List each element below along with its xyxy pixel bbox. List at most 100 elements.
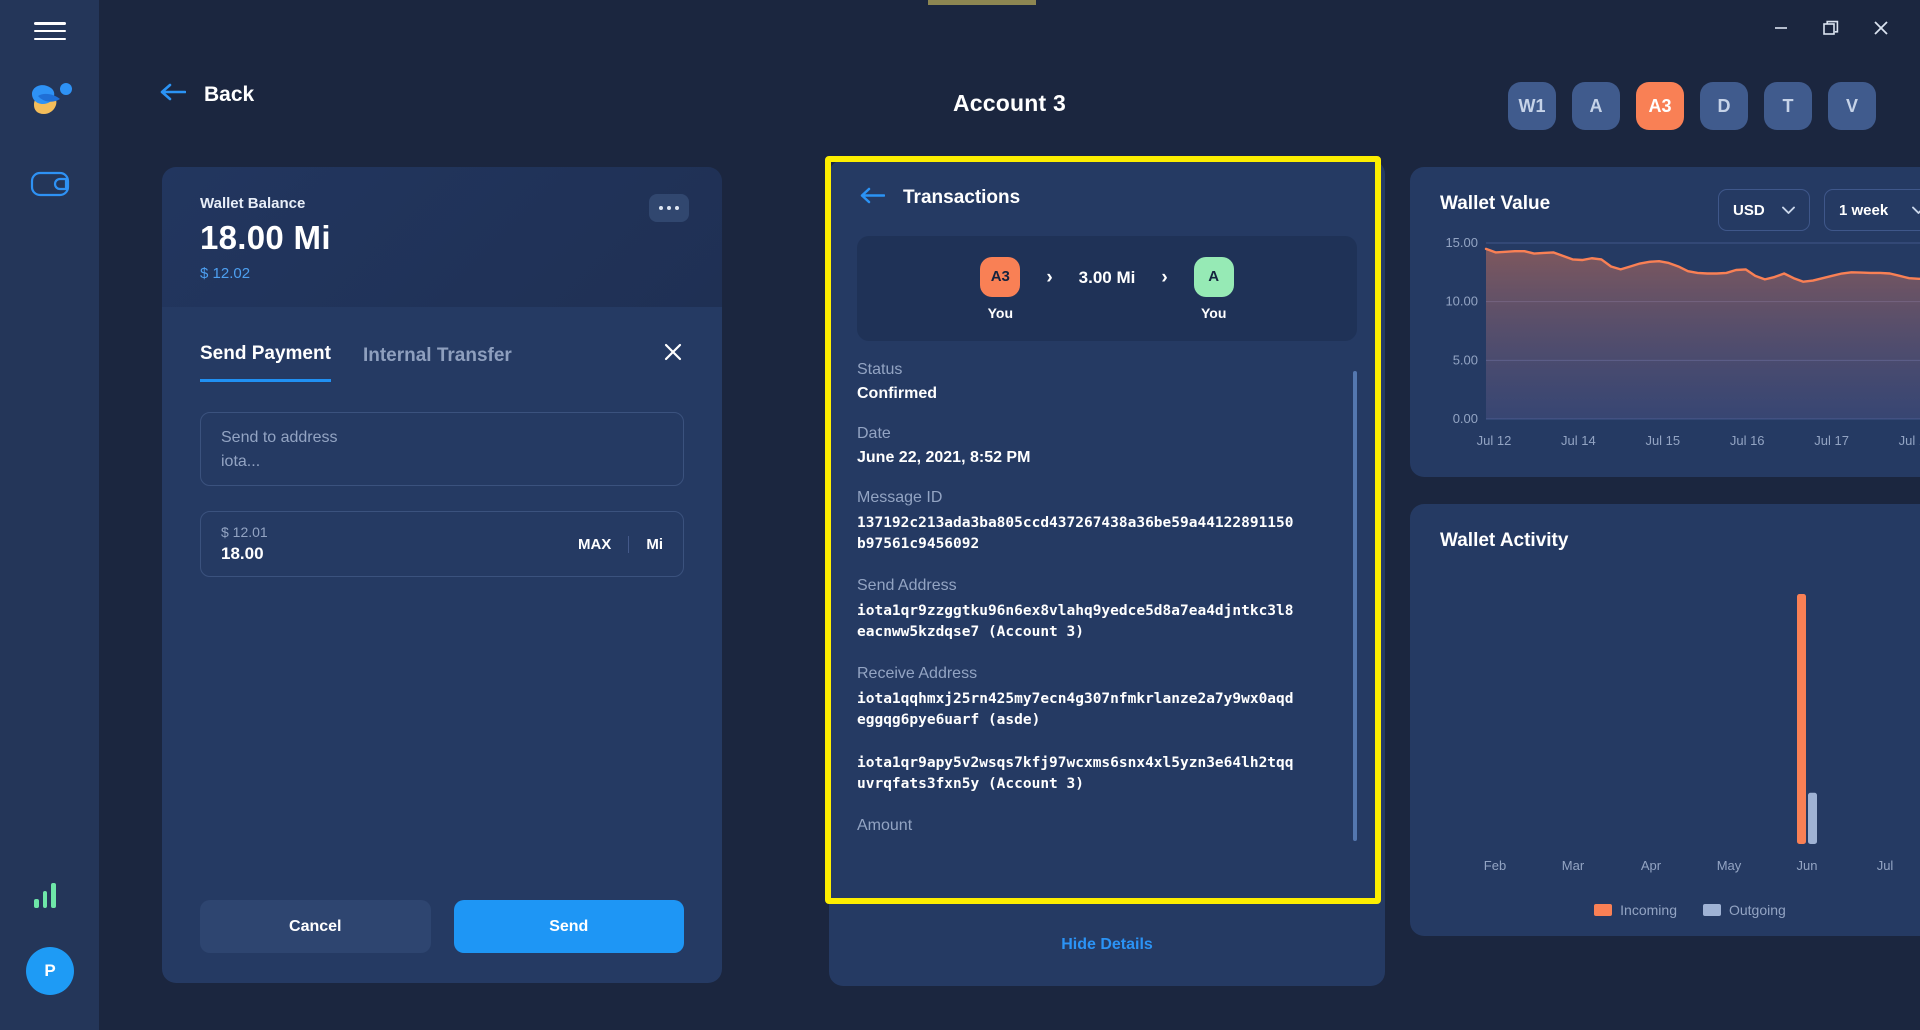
wallet-value-chart: 0.00 5.00 10.00 15.00 Jul 12 Jul 14 Jul 15 Jul … <box>1434 233 1920 453</box>
sidebar: P <box>0 0 99 1030</box>
window-controls <box>1758 10 1904 46</box>
chip-label: A <box>1589 95 1603 116</box>
account-chip-a3[interactable]: A3 <box>1636 82 1684 130</box>
transactions-title: Transactions <box>903 187 1021 208</box>
wallet-balance-label: Wallet Balance <box>200 195 306 212</box>
app-window: P Back Account 3 W1 A A3 D T V Wallet Ba… <box>0 0 1920 1030</box>
chevron-down-icon <box>1782 202 1795 219</box>
restore-icon[interactable] <box>1808 10 1854 46</box>
left-column: Wallet Balance 18.00 Mi $ 12.02 Send Pay… <box>162 167 722 983</box>
send-to-address-input[interactable]: Send to address iota... <box>200 412 684 486</box>
detail-value: 137192c213ada3ba805ccd437267438a36be59a4… <box>857 515 1294 553</box>
svg-text:10.00: 10.00 <box>1445 294 1478 309</box>
send-payment-card: Send Payment Internal Transfer Send to a… <box>162 307 722 983</box>
account-chip-w1[interactable]: W1 <box>1508 82 1556 130</box>
hamburger-icon[interactable] <box>34 20 66 42</box>
wallet-balance-fiat: $ 12.02 <box>200 265 251 282</box>
send-actions: Cancel Send <box>200 900 684 953</box>
svg-text:15.00: 15.00 <box>1445 235 1478 250</box>
detail-receive-address: Receive Address iota1qqhmxj25rn425my7ecn… <box>857 665 1357 731</box>
detail-receive-address-secondary: iota1qr9apy5v2wsqs7kfj97wcxms6snx4xl5yzn… <box>857 753 1357 795</box>
detail-value: iota1qqhmxj25rn425my7ecn4g307nfmkrlanze2… <box>857 691 1294 729</box>
unit-select[interactable]: Mi <box>628 535 683 553</box>
chevron-right-icon: › <box>1161 266 1168 288</box>
svg-text:Mar: Mar <box>1562 858 1585 873</box>
svg-text:Jun: Jun <box>1797 858 1818 873</box>
sender-party: A3 You <box>980 256 1021 321</box>
amount-input[interactable]: $ 12.01 18.00 MAX Mi <box>200 511 684 577</box>
arrow-left-icon[interactable] <box>859 186 886 210</box>
close-icon[interactable] <box>1858 10 1904 46</box>
hide-details-button[interactable]: Hide Details <box>829 936 1385 954</box>
cancel-button[interactable]: Cancel <box>200 900 431 953</box>
transactions-header: Transactions <box>829 160 1385 210</box>
more-options-icon[interactable] <box>649 194 689 222</box>
detail-value: Confirmed <box>857 385 937 402</box>
legend-label: Incoming <box>1620 902 1677 918</box>
detail-message-id: Message ID 137192c213ada3ba805ccd4372674… <box>857 489 1357 555</box>
account-chip-t[interactable]: T <box>1764 82 1812 130</box>
svg-text:Jul 19: Jul 19 <box>1899 433 1920 448</box>
send-to-address-hint: iota... <box>221 453 261 470</box>
wallet-activity-chart: Feb Mar Apr May Jun Jul <box>1432 564 1920 884</box>
svg-text:Jul: Jul <box>1877 858 1894 873</box>
chip-label: D <box>1717 95 1731 116</box>
amount-values: $ 12.01 18.00 <box>221 524 268 564</box>
svg-text:Jul 12: Jul 12 <box>1477 433 1512 448</box>
chevron-right-icon: › <box>1046 266 1053 288</box>
detail-label: Date <box>857 425 891 442</box>
range-select[interactable]: 1 week <box>1824 189 1920 231</box>
amount-value: 18.00 <box>221 544 264 563</box>
range-select-value: 1 week <box>1839 201 1889 219</box>
tab-send-payment[interactable]: Send Payment <box>200 343 331 382</box>
bar-chart-icon[interactable] <box>34 880 66 908</box>
legend-incoming: Incoming <box>1594 902 1677 918</box>
detail-label: Send Address <box>857 577 957 595</box>
legend-label: Outgoing <box>1728 902 1786 918</box>
sender-avatar: A3 <box>980 256 1021 297</box>
detail-send-address: Send Address iota1qr9zzggtku96n6ex8vlahq… <box>857 577 1357 643</box>
sender-label: You <box>987 304 1014 321</box>
svg-text:Jul 14: Jul 14 <box>1561 433 1596 448</box>
currency-select[interactable]: USD <box>1718 189 1810 231</box>
wallet-icon[interactable] <box>30 168 70 200</box>
account-chip-v[interactable]: V <box>1828 82 1876 130</box>
main-area: Back Account 3 W1 A A3 D T V Wallet Bala… <box>99 0 1920 1030</box>
details-scrollbar[interactable] <box>1353 371 1357 841</box>
account-chip-list: W1 A A3 D T V <box>1508 82 1876 130</box>
svg-text:Jul 16: Jul 16 <box>1730 433 1765 448</box>
wallet-activity-title: Wallet Activity <box>1440 530 1569 551</box>
svg-text:Jul 17: Jul 17 <box>1814 433 1849 448</box>
detail-label: Amount <box>857 817 913 835</box>
avatar-initial: P <box>44 961 56 980</box>
detail-date: Date June 22, 2021, 8:52 PM <box>857 425 1357 467</box>
detail-amount: Amount <box>857 817 1357 835</box>
detail-label: Receive Address <box>857 665 978 683</box>
max-button[interactable]: MAX <box>561 536 628 553</box>
close-icon[interactable] <box>662 341 684 363</box>
chip-label: W1 <box>1518 95 1546 116</box>
tab-internal-transfer[interactable]: Internal Transfer <box>363 345 512 381</box>
detail-status: Status Confirmed <box>857 361 1357 403</box>
detail-label: Status <box>857 361 903 378</box>
wallet-balance-amount: 18.00 Mi <box>200 219 331 256</box>
account-chip-a[interactable]: A <box>1572 82 1620 130</box>
send-button[interactable]: Send <box>453 900 684 953</box>
firefly-logo-icon <box>24 78 78 122</box>
svg-text:Apr: Apr <box>1641 858 1662 873</box>
chip-label: A3 <box>1648 95 1672 116</box>
transaction-summary: A3 You › 3.00 Mi › A You <box>857 236 1357 341</box>
account-chip-d[interactable]: D <box>1700 82 1748 130</box>
receiver-label: You <box>1200 304 1227 321</box>
minimize-icon[interactable] <box>1758 10 1804 46</box>
avatar[interactable]: P <box>26 947 74 995</box>
detail-value: June 22, 2021, 8:52 PM <box>857 449 1031 466</box>
wallet-activity-card: Wallet Activity Feb Mar Apr May Jun Jul Incom… <box>1410 504 1920 936</box>
right-column: Wallet Value USD 1 week 0.00 5.00 10.00 … <box>1410 167 1920 936</box>
top-highlight-sliver <box>928 0 1036 5</box>
svg-text:Jul 15: Jul 15 <box>1645 433 1680 448</box>
svg-text:Feb: Feb <box>1484 858 1506 873</box>
chip-label: V <box>1845 95 1858 116</box>
chip-label: T <box>1782 95 1794 116</box>
amount-fiat: $ 12.01 <box>221 524 268 540</box>
